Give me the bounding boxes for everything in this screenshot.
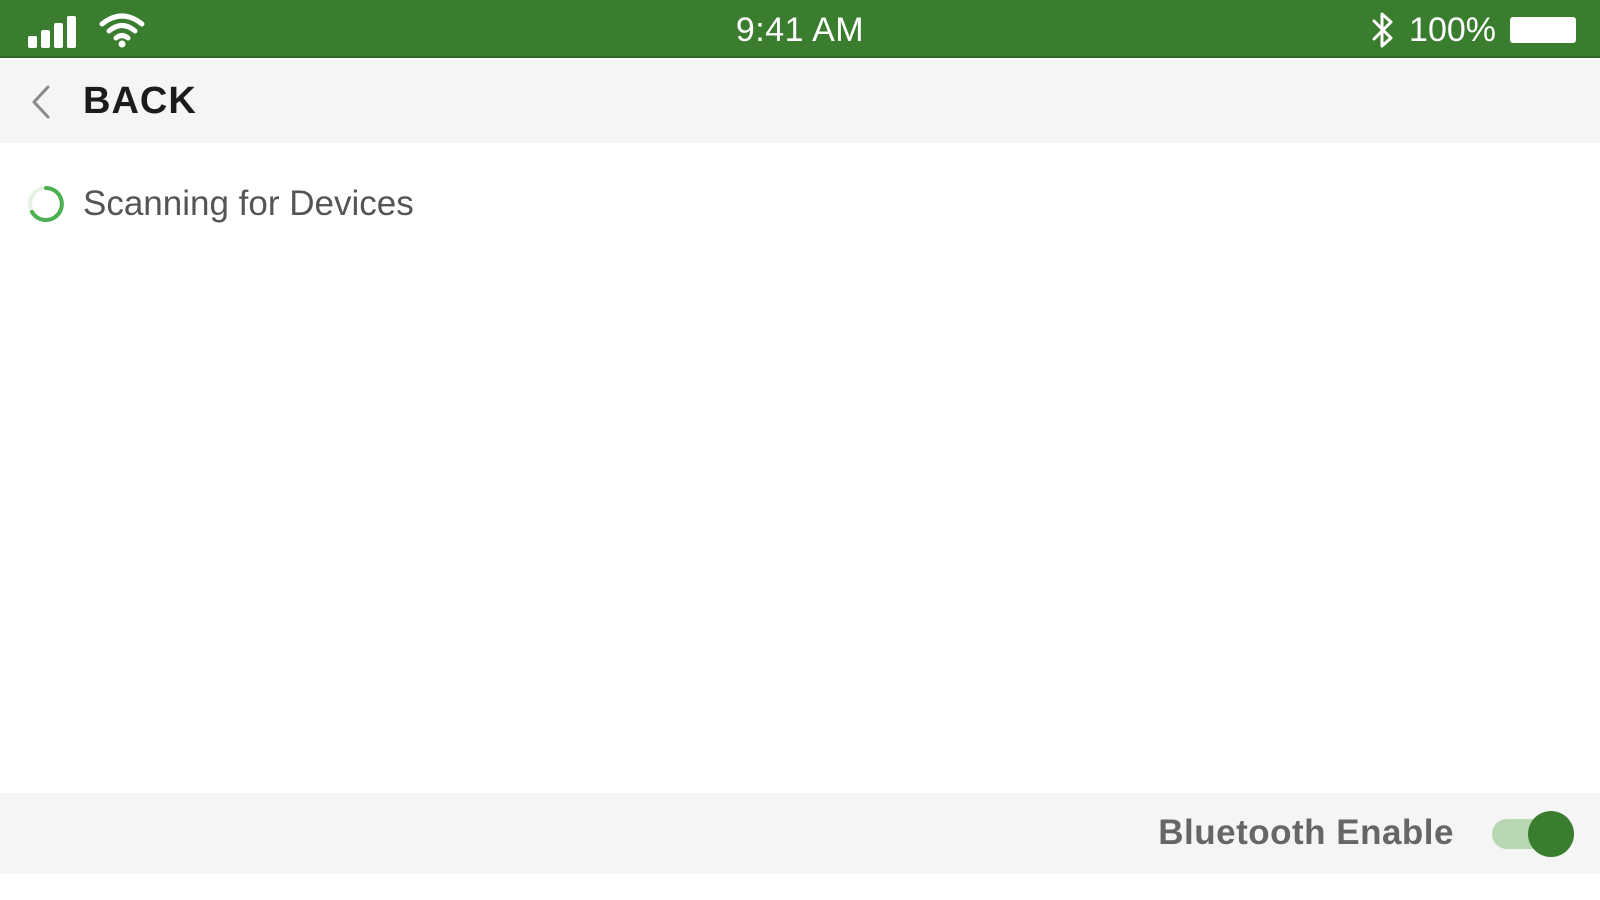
scan-status-label: Scanning for Devices: [83, 184, 414, 223]
chevron-left-icon[interactable]: [28, 82, 54, 122]
bluetooth-icon: [1372, 12, 1393, 48]
bluetooth-enable-label: Bluetooth Enable: [1158, 813, 1454, 852]
navigation-bar: BACK: [0, 60, 1600, 143]
status-bar: 9:41 AM 100%: [0, 0, 1600, 58]
toggle-thumb: [1528, 811, 1574, 857]
status-right: 100%: [1371, 8, 1576, 52]
loading-spinner-icon: [28, 186, 64, 222]
status-time: 9:41 AM: [735, 11, 865, 49]
battery-icon: [1510, 17, 1576, 43]
scan-status-row: Scanning for Devices: [0, 176, 1600, 232]
bluetooth-toggle[interactable]: [1492, 811, 1576, 857]
footer-bar: Bluetooth Enable: [0, 793, 1600, 874]
battery-percent: 100%: [1409, 11, 1496, 49]
back-button[interactable]: BACK: [83, 78, 197, 124]
